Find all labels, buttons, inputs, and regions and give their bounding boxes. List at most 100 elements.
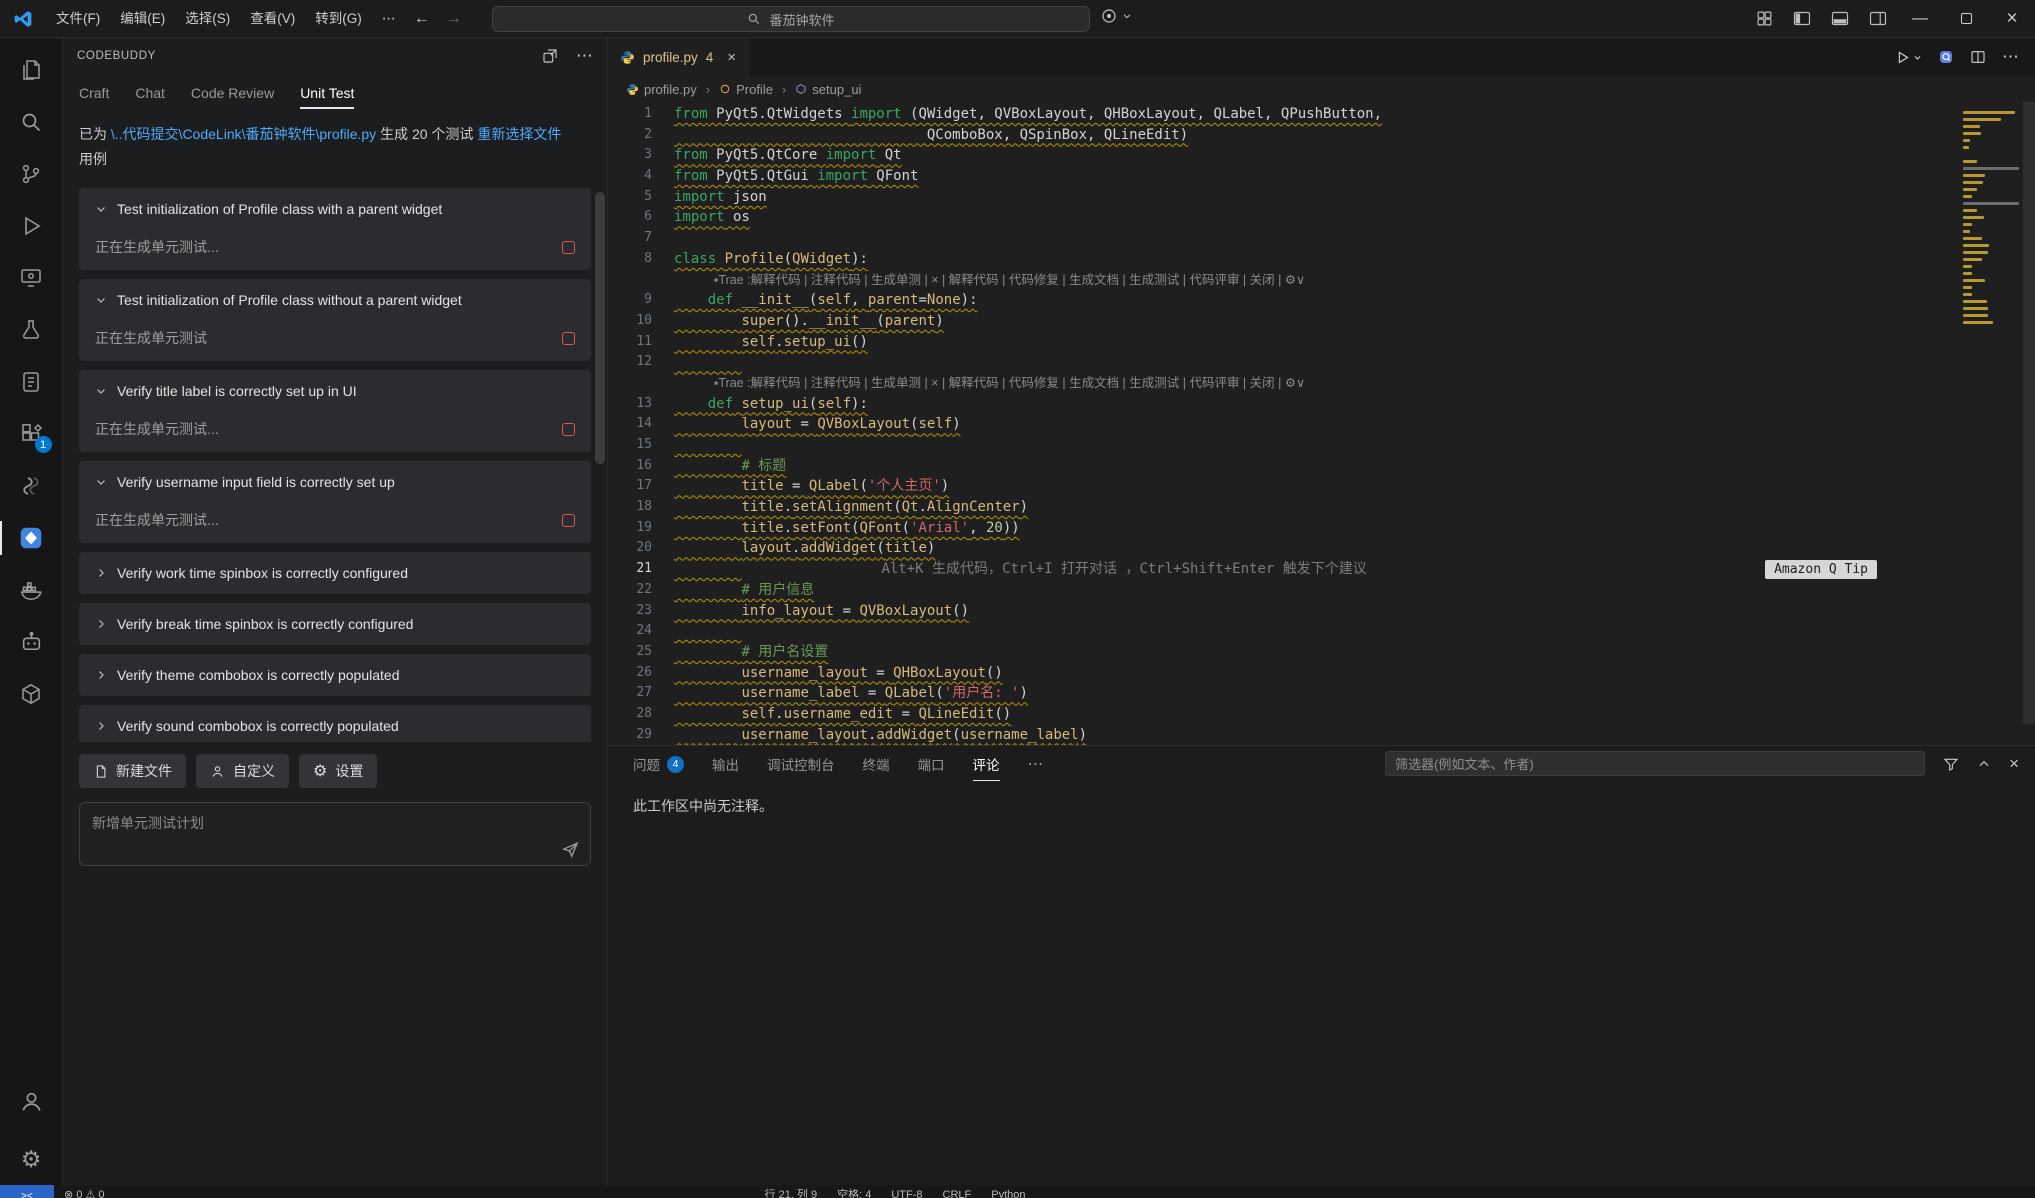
comments-filter-input[interactable]: 筛选器(例如文本、作者) — [1385, 751, 1926, 776]
assistant-icon[interactable] — [1100, 7, 1132, 25]
test-card[interactable]: Verify username input field is correctly… — [79, 461, 591, 543]
tab-unit-test[interactable]: Unit Test — [300, 79, 355, 109]
menu-goto[interactable]: 转到(G) — [305, 6, 372, 32]
remote-indicator[interactable]: >< — [0, 1185, 54, 1198]
test-card[interactable]: Verify title label is correctly set up i… — [79, 370, 591, 452]
search-icon[interactable] — [0, 96, 63, 148]
stop-generation-button[interactable] — [562, 240, 575, 254]
code-line[interactable]: 12 — [608, 352, 1955, 373]
chevron-right-icon[interactable] — [95, 567, 107, 579]
menu-overflow-icon[interactable]: ⋯ — [372, 10, 406, 27]
code-line[interactable]: 25 # 用户名设置 — [608, 642, 1955, 663]
chevron-right-icon[interactable] — [95, 669, 107, 681]
minimize-button[interactable]: — — [1897, 0, 1943, 37]
test-card[interactable]: Verify work time spinbox is correctly co… — [79, 552, 591, 594]
ai-robot-icon[interactable] — [0, 616, 63, 668]
amazon-q-action-icon[interactable] — [1938, 49, 1954, 65]
code-line[interactable]: 15 — [608, 435, 1955, 456]
stop-generation-button[interactable] — [562, 422, 575, 436]
new-file-button[interactable]: 新建文件 — [79, 754, 186, 788]
code-line[interactable]: 2 QComboBox, QSpinBox, QLineEdit) — [608, 125, 1955, 146]
menu-view[interactable]: 查看(V) — [240, 6, 305, 32]
language-mode[interactable]: Python — [981, 1185, 1035, 1198]
explorer-icon[interactable] — [0, 44, 63, 96]
docker-icon[interactable] — [0, 564, 63, 616]
tab-code-review[interactable]: Code Review — [191, 79, 274, 107]
code-line[interactable]: 21 Alt+K 生成代码，Ctrl+I 打开对话 ，Ctrl+Shift+En… — [608, 559, 1955, 580]
stop-generation-button[interactable] — [562, 513, 575, 527]
encoding-status[interactable]: UTF-8 — [881, 1185, 932, 1198]
sidebar-scrollbar[interactable] — [595, 192, 605, 464]
code-line[interactable]: 24 — [608, 621, 1955, 642]
menu-selection[interactable]: 选择(S) — [175, 6, 240, 32]
close-window-button[interactable]: × — [1989, 0, 2035, 37]
code-line[interactable]: 4 from PyQt5.QtGui import QFont — [608, 166, 1955, 187]
code-line[interactable]: 17 title = QLabel('个人主页') — [608, 476, 1955, 497]
menu-edit[interactable]: 编辑(E) — [110, 6, 175, 32]
panel-tab-debug-console[interactable]: 调试控制台 — [767, 754, 835, 774]
breadcrumb-class[interactable]: Profile — [719, 82, 773, 97]
close-tab-icon[interactable]: × — [727, 49, 736, 66]
code-line[interactable]: 9 def __init__(self, parent=None): — [608, 290, 1955, 311]
test-card[interactable]: Verify theme combobox is correctly popul… — [79, 654, 591, 696]
test-card[interactable]: Test initialization of Profile class wit… — [79, 188, 591, 270]
testing-icon[interactable] — [0, 304, 63, 356]
tab-craft[interactable]: Craft — [79, 79, 109, 107]
amazon-q-icon[interactable] — [0, 668, 63, 720]
code-line[interactable]: 11 self.setup_ui() — [608, 332, 1955, 353]
breadcrumb-file[interactable]: profile.py — [626, 82, 697, 97]
chevron-right-icon[interactable] — [95, 720, 107, 732]
cursor-position[interactable]: 行 21, 列 9 — [755, 1185, 828, 1198]
editor-scrollbar[interactable] — [2023, 102, 2035, 724]
code-line[interactable]: 19 title.setFont(QFont('Arial', 20)) — [608, 518, 1955, 539]
eol-status[interactable]: CRLF — [933, 1185, 982, 1198]
customize-layout-icon[interactable] — [1745, 0, 1783, 37]
test-card[interactable]: Verify sound combobox is correctly popul… — [79, 705, 591, 742]
code-line[interactable]: 7 — [608, 228, 1955, 249]
panel-tab-terminal[interactable]: 终端 — [863, 754, 890, 774]
run-python-file-button[interactable] — [1895, 50, 1922, 65]
code-editor[interactable]: 1 from PyQt5.QtWidgets import (QWidget, Q… — [608, 102, 2035, 745]
test-card[interactable]: Test initialization of Profile class wit… — [79, 279, 591, 361]
extensions-icon[interactable]: 1 — [0, 408, 63, 460]
problems-status[interactable]: ⊗ 0 ⚠ 0 — [54, 1185, 115, 1198]
code-line[interactable]: 1 from PyQt5.QtWidgets import (QWidget, Q… — [608, 104, 1955, 125]
panel-tab-output[interactable]: 输出 — [712, 754, 739, 774]
reselect-file-link[interactable]: 重新选择文件 — [477, 126, 561, 142]
code-line[interactable]: 23 info_layout = QVBoxLayout() — [608, 601, 1955, 622]
notebook-icon[interactable] — [0, 356, 63, 408]
codelens-actions[interactable]: ▪Trae :解释代码 | 注释代码 | 生成单测 | × | 解释代码 | 代… — [674, 373, 1305, 394]
codelens-row[interactable]: ▪Trae :解释代码 | 注释代码 | 生成单测 | × | 解释代码 | 代… — [608, 270, 1955, 291]
panel-tab-problems[interactable]: 问题 4 — [633, 754, 684, 774]
settings-button[interactable]: ⚙ 设置 — [299, 754, 378, 788]
filter-icon[interactable] — [1943, 756, 1959, 772]
amazon-q-tip-badge[interactable]: Amazon Q Tip — [1765, 560, 1877, 580]
more-actions-icon[interactable]: ⋯ — [2002, 47, 2019, 67]
code-line[interactable]: 14 layout = QVBoxLayout(self) — [608, 414, 1955, 435]
tab-profile-py[interactable]: profile.py 4 × — [608, 38, 750, 76]
panel-tab-comments[interactable]: 评论 — [972, 754, 1000, 781]
more-actions-icon[interactable]: ⋯ — [576, 46, 593, 66]
breadcrumb-method[interactable]: setup_ui — [795, 82, 861, 97]
back-icon[interactable]: ← — [406, 10, 438, 28]
code-line[interactable]: 28 self.username_edit = QLineEdit() — [608, 704, 1955, 725]
popout-icon[interactable] — [542, 48, 558, 64]
code-line[interactable]: 6 import os — [608, 207, 1955, 228]
code-line[interactable]: 22 # 用户信息 — [608, 580, 1955, 601]
codelens-actions[interactable]: ▪Trae :解释代码 | 注释代码 | 生成单测 | × | 解释代码 | 代… — [674, 270, 1305, 291]
remote-explorer-icon[interactable] — [0, 252, 63, 304]
code-line[interactable]: 5 import json — [608, 187, 1955, 208]
codelens-row[interactable]: ▪Trae :解释代码 | 注释代码 | 生成单测 | × | 解释代码 | 代… — [608, 373, 1955, 394]
chevron-down-icon[interactable] — [95, 476, 107, 488]
panel-more-icon[interactable]: ⋯ — [1028, 754, 1044, 774]
settings-gear-icon[interactable]: ⚙ — [0, 1133, 63, 1185]
send-icon[interactable] — [561, 840, 580, 859]
code-line[interactable]: 10 super().__init__(parent) — [608, 311, 1955, 332]
test-card[interactable]: Verify break time spinbox is correctly c… — [79, 603, 591, 645]
code-line[interactable]: 29 username_layout.addWidget(username_la… — [608, 725, 1955, 745]
codebuddy-icon[interactable] — [0, 512, 63, 564]
account-icon[interactable] — [0, 1075, 63, 1127]
toggle-panel-icon[interactable] — [1821, 0, 1859, 37]
codeium-icon[interactable] — [0, 460, 63, 512]
forward-icon[interactable]: → — [438, 10, 470, 28]
